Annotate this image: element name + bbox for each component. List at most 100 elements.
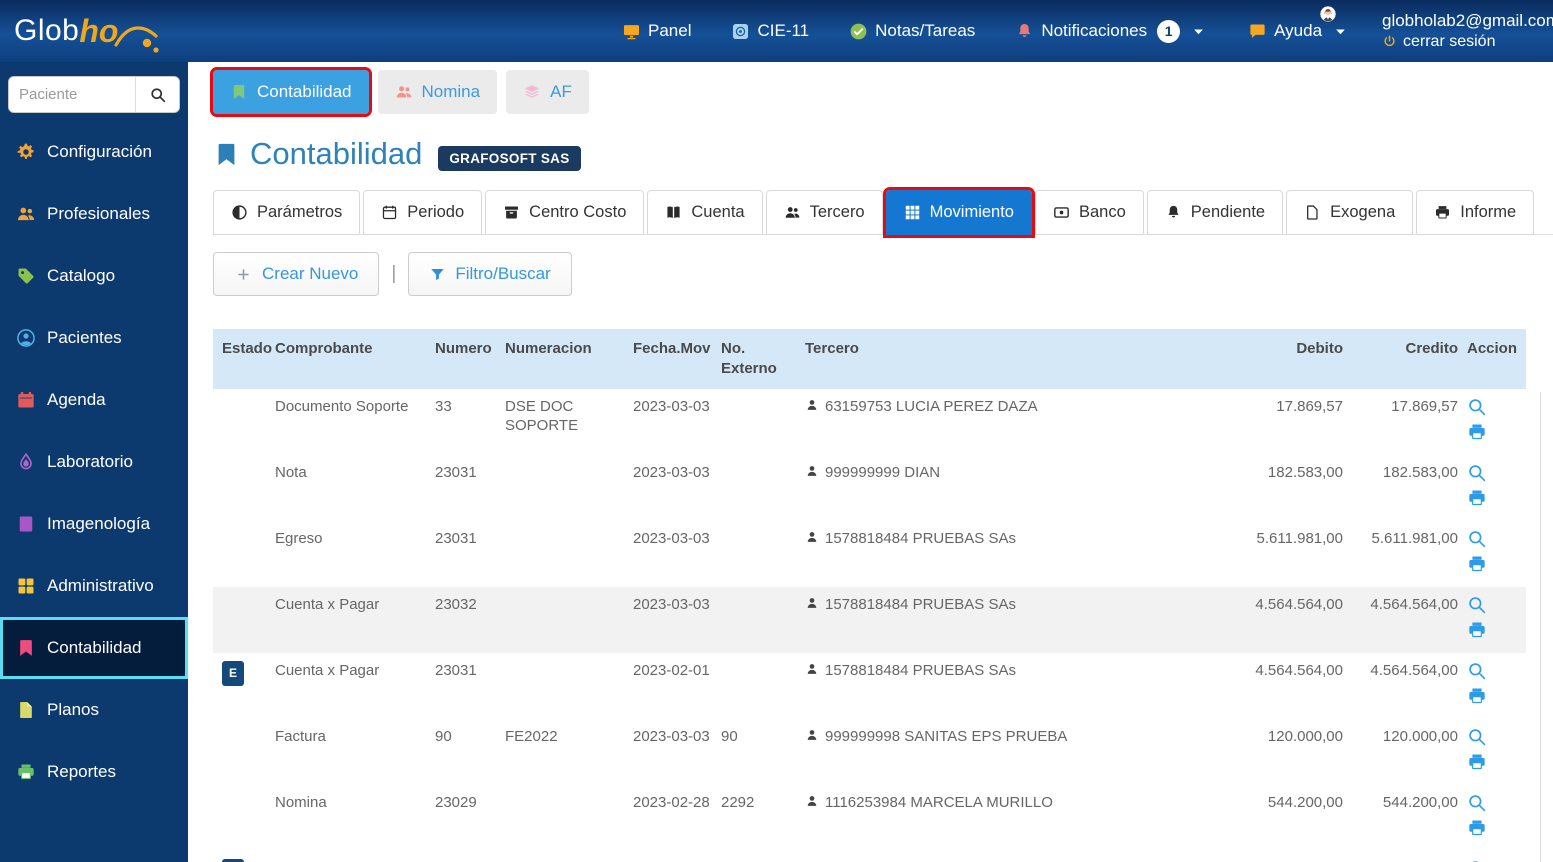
monitor-icon bbox=[622, 22, 641, 41]
print-action-icon[interactable] bbox=[1467, 620, 1487, 640]
sidebar-item-agenda[interactable]: Agenda bbox=[0, 369, 188, 431]
debito-cell: 544.200,00 bbox=[1267, 793, 1343, 811]
patient-search-input[interactable] bbox=[9, 77, 135, 112]
app-logo[interactable]: Glob ho bbox=[0, 3, 200, 60]
avatar[interactable] bbox=[1320, 6, 1370, 56]
search-icon bbox=[149, 86, 167, 104]
patient-search bbox=[8, 76, 180, 113]
table-row: Cuenta x Pagar 23032 2023-03-03 1578818484 … bbox=[213, 587, 1526, 653]
no-externo-cell: 90 bbox=[721, 727, 738, 745]
tab-af[interactable]: AF bbox=[506, 70, 589, 114]
fecha-mov-cell: 2023-03-03 bbox=[633, 463, 710, 481]
view-action-icon[interactable] bbox=[1467, 463, 1487, 483]
nav-item-panel[interactable]: Panel bbox=[622, 21, 691, 41]
tab-pendiente[interactable]: Pendiente bbox=[1146, 190, 1284, 235]
scrollbar[interactable] bbox=[1540, 392, 1541, 862]
view-action-icon[interactable] bbox=[1467, 397, 1487, 417]
logout-button[interactable]: cerrar sesión bbox=[1382, 31, 1553, 52]
debito-cell: 120.000,00 bbox=[1267, 727, 1343, 745]
view-action-icon[interactable] bbox=[1467, 661, 1487, 681]
layers-icon bbox=[523, 83, 541, 101]
sidebar-item-catalogo[interactable]: Catalogo bbox=[0, 245, 188, 307]
sidebar-item-contabilidad[interactable]: Contabilidad bbox=[0, 617, 188, 679]
tab-label: Parámetros bbox=[257, 203, 343, 221]
no-externo-cell: 2292 bbox=[721, 793, 755, 811]
sidebar-item-label: Catalogo bbox=[47, 266, 116, 285]
print-action-icon[interactable] bbox=[1467, 422, 1487, 442]
book-icon bbox=[665, 204, 682, 221]
sidebar-item-imagenologia[interactable]: Imagenología bbox=[0, 493, 188, 555]
comprobante-cell: Nomina bbox=[275, 793, 327, 811]
nav-label: Ayuda bbox=[1274, 21, 1323, 40]
tab-centro-costo[interactable]: Centro Costo bbox=[485, 190, 645, 235]
table-row: Nomina 23029 2023-02-28 2292 1116253984 MARC… bbox=[213, 785, 1526, 851]
print-action-icon[interactable] bbox=[1467, 686, 1487, 706]
view-action-icon[interactable] bbox=[1467, 727, 1487, 747]
sidebar-item-profesionales[interactable]: Profesionales bbox=[0, 183, 188, 245]
credito-cell: 4.564.564,00 bbox=[1370, 661, 1458, 679]
tab-periodo[interactable]: Periodo bbox=[363, 190, 483, 235]
user-icon bbox=[805, 398, 819, 412]
tab-cuenta[interactable]: Cuenta bbox=[647, 190, 763, 235]
tab-movimiento[interactable]: Movimiento bbox=[882, 187, 1036, 238]
col-no-externo: No. Externo bbox=[721, 329, 805, 389]
create-new-button[interactable]: Crear Nuevo bbox=[213, 252, 380, 296]
filter-search-button[interactable]: Filtro/Buscar bbox=[408, 252, 572, 296]
tab-tercero[interactable]: Tercero bbox=[765, 190, 883, 235]
tab-exogena[interactable]: Exogena bbox=[1286, 190, 1414, 235]
estado-badge: E bbox=[222, 660, 245, 686]
print-action-icon[interactable] bbox=[1467, 818, 1487, 838]
fecha-mov-cell: 2023-02-28 bbox=[633, 851, 721, 862]
tab-label: Informe bbox=[1460, 203, 1517, 221]
estado-cell: E bbox=[213, 653, 275, 719]
sidebar-item-reportes[interactable]: Reportes bbox=[0, 741, 188, 803]
user-area: globholab2@gmail.com cerrar sesión bbox=[1320, 0, 1553, 62]
print-action-icon[interactable] bbox=[1467, 554, 1487, 574]
tab-banco[interactable]: Banco bbox=[1035, 190, 1144, 235]
file-icon bbox=[16, 700, 36, 720]
view-action-icon[interactable] bbox=[1467, 793, 1487, 813]
tab-informe[interactable]: Informe bbox=[1416, 190, 1535, 235]
print-action-icon[interactable] bbox=[1467, 752, 1487, 772]
users-icon bbox=[395, 83, 413, 101]
nav-item-notas-tareas[interactable]: Notas/Tareas bbox=[849, 21, 975, 41]
tab-label: Periodo bbox=[407, 203, 465, 221]
numero-cell: 23029 bbox=[435, 793, 477, 811]
tab-contabilidad[interactable]: Contabilidad bbox=[210, 67, 372, 117]
nav-label: CIE-11 bbox=[757, 21, 810, 40]
search-button[interactable] bbox=[135, 77, 179, 112]
sidebar-item-label: Pacientes bbox=[47, 328, 122, 347]
sidebar-item-pacientes[interactable]: Pacientes bbox=[0, 307, 188, 369]
sidebar: Configuración Profesionales Catalogo Pac… bbox=[0, 62, 188, 862]
col-accion: Accion bbox=[1467, 329, 1526, 389]
view-action-icon[interactable] bbox=[1467, 859, 1487, 862]
sidebar-item-planos[interactable]: Planos bbox=[0, 679, 188, 741]
toolbar-separator: | bbox=[391, 263, 397, 284]
archive-icon bbox=[503, 204, 520, 221]
tab-nomina[interactable]: Nomina bbox=[377, 70, 498, 114]
fecha-mov-cell: 2023-02-01 bbox=[633, 661, 710, 679]
printer-icon bbox=[1434, 204, 1451, 221]
sidebar-item-configuracion[interactable]: Configuración bbox=[0, 121, 188, 183]
nav-item-cie11[interactable]: CIE-11 bbox=[731, 21, 809, 41]
no-externo-cell bbox=[721, 653, 805, 719]
accion-cell bbox=[1467, 851, 1526, 862]
no-externo-cell bbox=[721, 455, 805, 521]
sidebar-item-laboratorio[interactable]: Laboratorio bbox=[0, 431, 188, 493]
view-action-icon[interactable] bbox=[1467, 529, 1487, 549]
print-action-icon[interactable] bbox=[1467, 488, 1487, 508]
bookmark-icon bbox=[213, 141, 240, 168]
view-action-icon[interactable] bbox=[1467, 595, 1487, 615]
table-row: Egreso 23031 2023-03-03 1578818484 PRUEBAS … bbox=[213, 521, 1526, 587]
app-window: Glob ho Panel CIE-11 Notas/Tareas Notific… bbox=[0, 0, 1553, 862]
estado-cell bbox=[213, 389, 275, 455]
tab-parametros[interactable]: Parámetros bbox=[213, 190, 361, 235]
sidebar-item-administrativo[interactable]: Administrativo bbox=[0, 555, 188, 617]
tab-label: Banco bbox=[1079, 203, 1126, 221]
numeracion-cell bbox=[505, 521, 633, 587]
no-externo-cell bbox=[721, 521, 805, 587]
estado-cell bbox=[213, 785, 275, 851]
credito-cell: 544.200,00 bbox=[1382, 793, 1458, 811]
nav-item-notificaciones[interactable]: Notificaciones 1 bbox=[1015, 19, 1208, 43]
calendar-icon bbox=[381, 204, 398, 221]
